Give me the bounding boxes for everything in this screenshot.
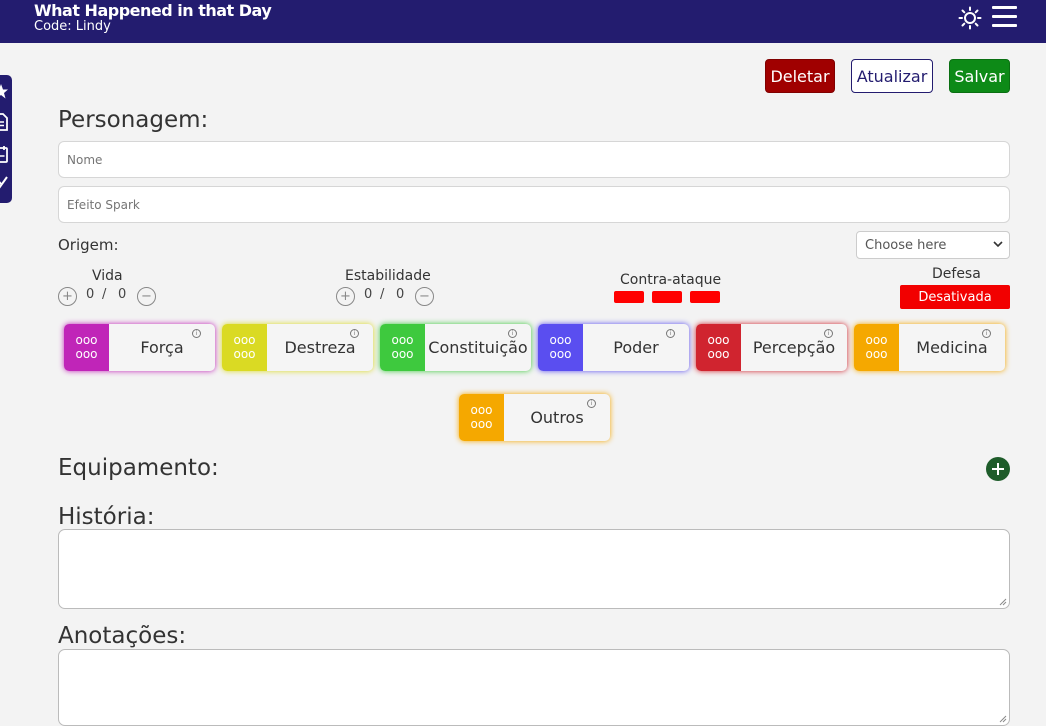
estabilidade-decrease-button[interactable]: − bbox=[415, 287, 434, 306]
vida-current: 0 bbox=[86, 287, 98, 302]
info-icon[interactable]: i bbox=[192, 329, 201, 338]
estabilidade-current: 0 bbox=[364, 287, 376, 302]
save-button[interactable]: Salvar bbox=[949, 59, 1010, 93]
spark-effect-input[interactable] bbox=[58, 186, 1010, 223]
counterattack-label: Contra-ataque bbox=[620, 272, 722, 288]
resize-grip-icon[interactable] bbox=[999, 715, 1007, 723]
room-code: Code: Lindy bbox=[34, 19, 111, 34]
origin-select[interactable]: Choose here bbox=[856, 231, 1010, 259]
attribute-card-destreza[interactable]: ooo ooo Destreza i bbox=[222, 324, 373, 371]
character-heading: Personagem: bbox=[58, 107, 209, 133]
notes-icon[interactable] bbox=[0, 145, 8, 163]
counterattack-slot[interactable] bbox=[652, 291, 682, 303]
attribute-dots: ooo ooo bbox=[222, 324, 267, 371]
hamburger-menu-icon[interactable] bbox=[992, 6, 1017, 30]
info-icon[interactable]: i bbox=[982, 329, 991, 338]
defense-toggle-button[interactable]: Desativada bbox=[900, 285, 1010, 309]
attribute-card-medicina[interactable]: ooo ooo Medicina i bbox=[854, 324, 1005, 371]
origin-label: Origem: bbox=[58, 236, 119, 254]
attribute-card-poder[interactable]: ooo ooo Poder i bbox=[538, 324, 689, 371]
document-icon[interactable] bbox=[0, 113, 8, 131]
notes-textarea[interactable] bbox=[58, 649, 1010, 726]
attribute-card-forca[interactable]: ooo ooo Força i bbox=[64, 324, 215, 371]
vida-separator: / bbox=[102, 287, 110, 302]
info-icon[interactable]: i bbox=[666, 329, 675, 338]
update-button[interactable]: Atualizar bbox=[851, 59, 933, 93]
estabilidade-max: 0 bbox=[396, 287, 408, 302]
attribute-dots: ooo ooo bbox=[380, 324, 425, 371]
attribute-dots: ooo ooo bbox=[459, 394, 504, 441]
add-equipment-plus-icon[interactable] bbox=[986, 457, 1010, 481]
attribute-dots: ooo ooo bbox=[854, 324, 899, 371]
info-icon[interactable]: i bbox=[587, 399, 596, 408]
counterattack-slot[interactable] bbox=[614, 291, 644, 303]
top-bar: What Happened in that Day Code: Lindy bbox=[0, 0, 1046, 43]
resize-grip-icon[interactable] bbox=[999, 598, 1007, 606]
sword-icon[interactable] bbox=[0, 176, 8, 194]
info-icon[interactable]: i bbox=[824, 329, 833, 338]
vida-max: 0 bbox=[118, 287, 130, 302]
attribute-card-percepcao[interactable]: ooo ooo Percepção i bbox=[696, 324, 847, 371]
info-icon[interactable]: i bbox=[508, 329, 517, 338]
estabilidade-label: Estabilidade bbox=[345, 268, 431, 284]
notes-heading: Anotações: bbox=[58, 623, 187, 649]
attribute-card-outros[interactable]: ooo ooo Outros i bbox=[459, 394, 610, 441]
counterattack-slot[interactable] bbox=[690, 291, 720, 303]
info-icon[interactable]: i bbox=[350, 329, 359, 338]
delete-button[interactable]: Deletar bbox=[765, 59, 835, 93]
name-input[interactable] bbox=[58, 141, 1010, 178]
estabilidade-increase-button[interactable]: + bbox=[336, 287, 355, 306]
side-toolbar bbox=[0, 75, 12, 203]
equipment-heading: Equipamento: bbox=[58, 455, 219, 481]
vida-increase-button[interactable]: + bbox=[58, 287, 77, 306]
estabilidade-separator: / bbox=[380, 287, 388, 302]
attribute-dots: ooo ooo bbox=[696, 324, 741, 371]
vida-label: Vida bbox=[92, 268, 123, 284]
history-heading: História: bbox=[58, 504, 155, 530]
star-icon[interactable] bbox=[0, 82, 8, 100]
app-title: What Happened in that Day bbox=[34, 1, 272, 20]
sun-icon[interactable] bbox=[958, 6, 982, 30]
history-textarea[interactable] bbox=[58, 529, 1010, 609]
attribute-dots: ooo ooo bbox=[538, 324, 583, 371]
defense-label: Defesa bbox=[932, 266, 981, 282]
attribute-dots: ooo ooo bbox=[64, 324, 109, 371]
chevron-down-icon bbox=[993, 241, 1003, 248]
vida-decrease-button[interactable]: − bbox=[137, 287, 156, 306]
attribute-card-constituicao[interactable]: ooo ooo Constituição i bbox=[380, 324, 531, 371]
origin-select-value: Choose here bbox=[865, 237, 947, 253]
